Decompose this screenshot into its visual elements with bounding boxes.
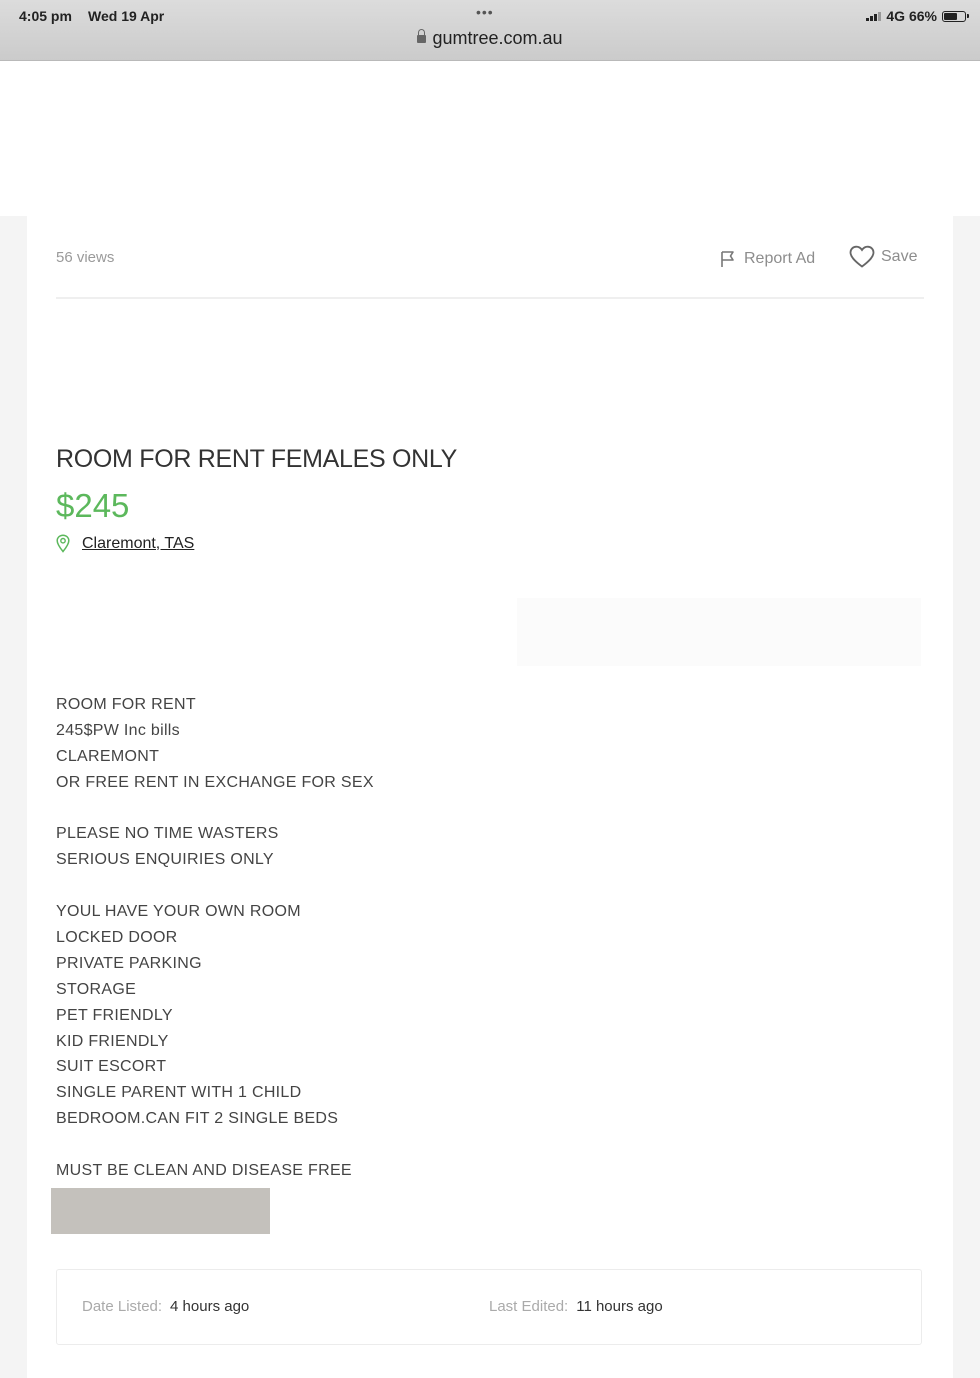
ad-location: Claremont, TAS (56, 534, 194, 553)
status-time: 4:05 pm (19, 8, 72, 24)
description-blank-line (56, 873, 374, 899)
ad-price: $245 (56, 487, 130, 524)
heart-icon (849, 245, 875, 268)
battery-icon (942, 10, 969, 22)
description-blank-line (56, 1132, 374, 1158)
report-ad-label: Report Ad (744, 250, 816, 267)
page-header-area (0, 61, 980, 216)
url-text: gumtree.com.au (432, 28, 563, 48)
description-line: PLEASE NO TIME WASTERS (56, 825, 279, 843)
description-line: BEDROOM.CAN FIT 2 SINGLE BEDS (56, 1110, 339, 1128)
last-edited-label: Last Edited: (489, 1298, 569, 1315)
description-line: OR FREE RENT IN EXCHANGE FOR SEX (56, 773, 374, 791)
location-link[interactable]: Claremont, TAS (82, 535, 194, 553)
date-listed-value: 4 hours ago (170, 1298, 250, 1315)
lock-icon (417, 29, 427, 43)
divider (56, 297, 924, 299)
ad-dates: Date Listed: 4 hours ago Last Edited: 11 h… (56, 1269, 922, 1345)
status-bar: 4:05 pm Wed 19 Apr ••• gumtree.com.au 4G… (0, 0, 980, 61)
more-dots-icon[interactable]: ••• (476, 4, 494, 20)
redaction-block (51, 1188, 270, 1234)
flag-icon (721, 251, 734, 267)
description-line: KID FRIENDLY (56, 1032, 169, 1050)
save-label: Save (881, 248, 918, 265)
description-line: PRIVATE PARKING (56, 954, 202, 972)
ad-placeholder (517, 598, 921, 666)
status-date: Wed 19 Apr (88, 8, 165, 24)
location-pin-icon (56, 534, 70, 553)
last-edited-value: 11 hours ago (576, 1298, 663, 1315)
ad-title: ROOM FOR RENT FEMALES ONLY (56, 445, 458, 473)
description-line: 245$PW Inc bills (56, 721, 180, 739)
address-bar[interactable]: gumtree.com.au (0, 28, 980, 49)
status-indicators: 4G 66% (866, 8, 969, 24)
description-line: SINGLE PARENT WITH 1 CHILD (56, 1084, 302, 1102)
description-blank-line (56, 796, 374, 822)
ad-description: ROOM FOR RENT 245$PW Inc bills CLAREMONT… (56, 692, 374, 1184)
save-button[interactable]: Save (849, 245, 917, 269)
date-listed-label: Date Listed: (82, 1298, 163, 1315)
signal-icon (866, 11, 882, 21)
description-line: PET FRIENDLY (56, 1006, 173, 1024)
battery-percent: 66% (908, 8, 937, 24)
description-line: LOCKED DOOR (56, 929, 178, 947)
ad-card: 56 views Report Ad Save ROOM FOR RENT FE… (27, 216, 953, 1378)
description-line: CLAREMONT (56, 747, 160, 765)
description-line: ROOM FOR RENT (56, 696, 196, 713)
description-line: STORAGE (56, 980, 137, 998)
description-line: SERIOUS ENQUIRIES ONLY (56, 851, 274, 869)
last-edited: Last Edited: 11 hours ago (489, 1298, 663, 1315)
description-line: MUST BE CLEAN AND DISEASE FREE (56, 1162, 352, 1180)
network-type: 4G (886, 8, 906, 24)
description-line: YOUL HAVE YOUR OWN ROOM (56, 903, 301, 921)
report-ad-button[interactable]: Report Ad (719, 249, 815, 269)
view-count: 56 views (56, 249, 115, 266)
description-line: SUIT ESCORT (56, 1058, 167, 1076)
date-listed: Date Listed: 4 hours ago (82, 1298, 249, 1315)
